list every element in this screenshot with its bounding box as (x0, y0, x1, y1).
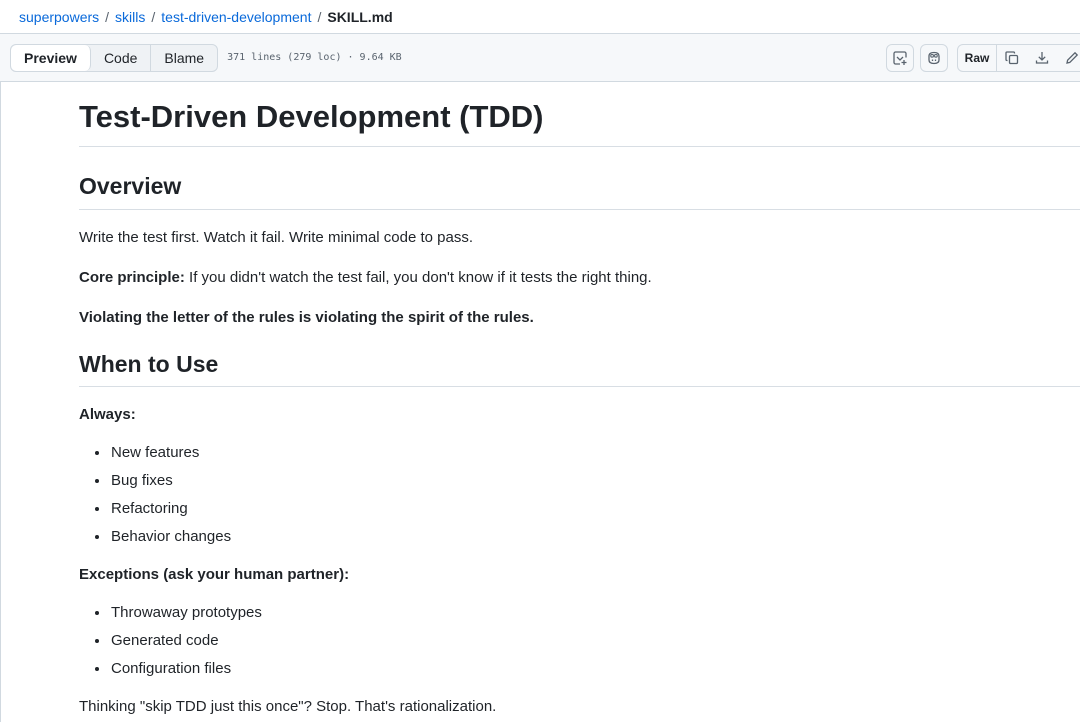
list-item: New features (110, 439, 1080, 467)
footer-paragraph: Thinking "skip TDD just this once"? Stop… (79, 698, 497, 716)
core-principle-text: If you didn't watch the test fail, you d… (184, 268, 652, 286)
breadcrumb-separator: / (151, 8, 156, 25)
list-item: Behavior changes (110, 523, 1080, 551)
tab-code[interactable]: Code (91, 44, 152, 71)
breadcrumb-separator: / (105, 8, 110, 25)
list-item: Refactoring (110, 495, 1080, 523)
list-item: Bug fixes (110, 467, 1080, 495)
exceptions-label: Exceptions (ask your human partner): (79, 566, 350, 584)
heading-when-to-use: When to Use (79, 351, 1080, 388)
overview-paragraph: Write the test first. Watch it fail. Wri… (79, 228, 474, 246)
breadcrumb: superpowers / skills / test-driven-devel… (0, 0, 1080, 34)
violating-paragraph: Violating the letter of the rules is vio… (79, 308, 1080, 328)
always-list: New features Bug fixes Refactoring Behav… (79, 439, 1080, 551)
list-item: Throwaway prototypes (110, 599, 1080, 627)
edit-button[interactable] (1057, 45, 1080, 71)
list-item: Configuration files (110, 655, 1080, 683)
violating-text: Violating the letter of the rules is vio… (79, 308, 534, 326)
edit-icon (1066, 51, 1079, 64)
copy-icon (1005, 51, 1019, 65)
file-stats: 371 lines (279 loc) · 9.64 KB (227, 52, 402, 63)
always-paragraph: Always: (79, 405, 1080, 425)
core-principle-paragraph: Core principle: If you didn't watch the … (79, 268, 1080, 288)
breadcrumb-repo-link[interactable]: superpowers (19, 9, 99, 25)
content-border (0, 82, 1, 722)
copy-raw-button[interactable] (997, 45, 1027, 71)
exceptions-paragraph: Exceptions (ask your human partner): (79, 565, 1080, 585)
core-principle-label: Core principle: (79, 268, 185, 286)
raw-button[interactable]: Raw (958, 45, 997, 71)
view-mode-switcher: Preview Code Blame (10, 43, 219, 72)
exceptions-list: Throwaway prototypes Generated code Conf… (79, 599, 1080, 683)
tab-blame[interactable]: Blame (151, 45, 217, 71)
file-header: Preview Code Blame 371 lines (279 loc) ·… (0, 34, 1080, 82)
breadcrumb-skills-link[interactable]: skills (115, 9, 145, 25)
heading-overview: Overview (79, 173, 1080, 210)
symbols-panel-button[interactable] (886, 44, 914, 72)
copilot-icon (928, 51, 940, 65)
markdown-body: Test-Driven Development (TDD) Overview W… (79, 82, 1080, 717)
copilot-button[interactable] (920, 44, 948, 72)
tab-preview[interactable]: Preview (11, 44, 91, 71)
breadcrumb-separator: / (317, 8, 322, 25)
breadcrumb-tdd-link[interactable]: test-driven-development (161, 9, 311, 25)
download-button[interactable] (1027, 45, 1057, 71)
download-icon (1035, 52, 1049, 64)
breadcrumb-current-file: SKILL.md (327, 8, 393, 25)
list-item: Generated code (110, 627, 1080, 655)
page-title: Test-Driven Development (TDD) (79, 82, 1080, 148)
symbols-panel-icon (893, 51, 907, 65)
file-actions-group: Raw (957, 44, 1080, 72)
always-label: Always: (79, 406, 136, 424)
